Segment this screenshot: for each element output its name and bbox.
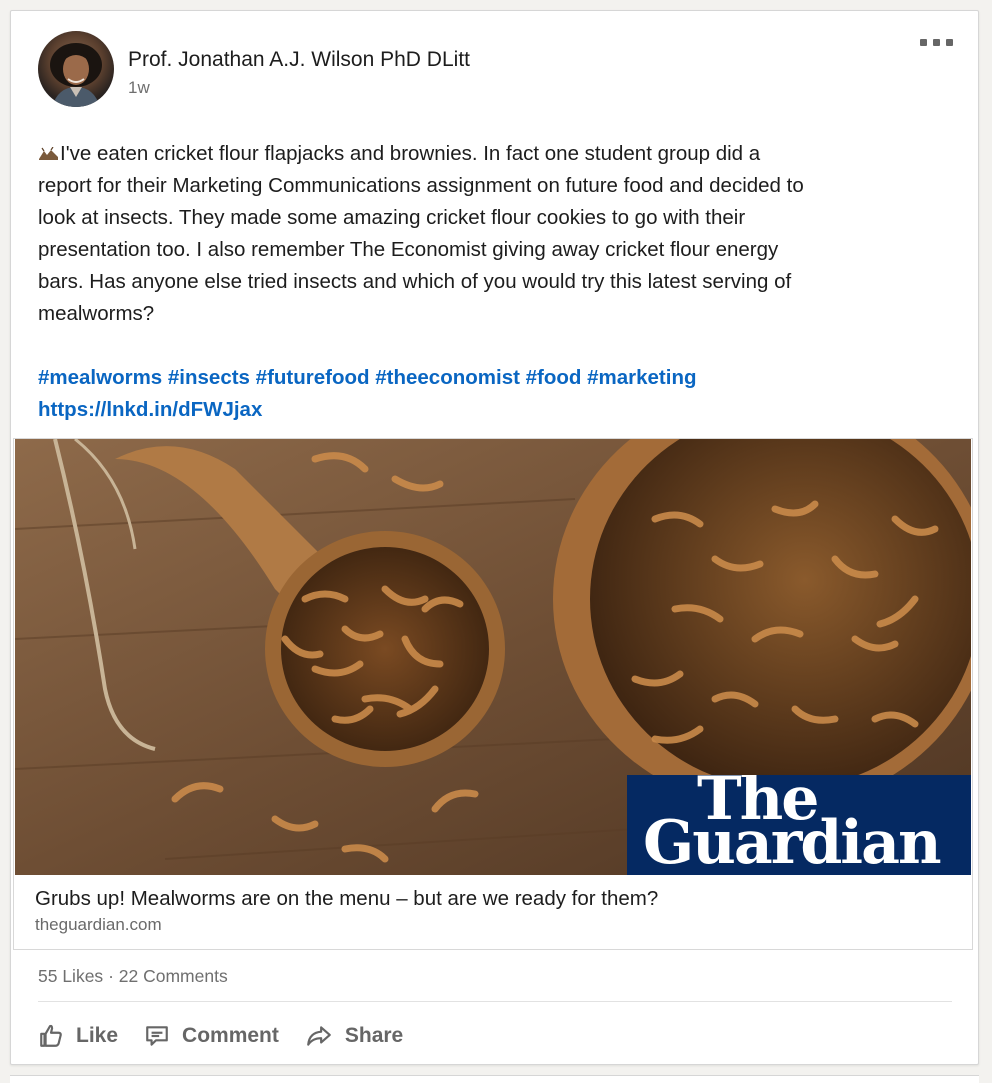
count-separator: · <box>108 966 114 986</box>
article-preview[interactable]: The Guardian Grubs up! Mealworms are on … <box>13 438 973 950</box>
comments-count[interactable]: 22 Comments <box>119 966 228 986</box>
post-timestamp: 1w <box>128 78 150 97</box>
comment-icon <box>144 1023 170 1049</box>
hashtag-list: #mealworms #insects #futurefood #theecon… <box>38 362 697 394</box>
social-actions-bar: Like Comment Share <box>38 1016 429 1056</box>
share-arrow-icon <box>305 1023 333 1049</box>
guardian-logo: The Guardian <box>627 775 971 875</box>
cricket-emoji-icon <box>38 139 60 160</box>
actions-divider <box>38 1001 952 1002</box>
article-image: The Guardian <box>15 439 971 875</box>
post-body-text: I've eaten cricket flour flapjacks and b… <box>38 142 804 325</box>
hashtag-mealworms[interactable]: #mealworms <box>38 366 162 389</box>
author-name[interactable]: Prof. Jonathan A.J. Wilson PhD DLitt <box>128 48 470 72</box>
likes-count[interactable]: 55 Likes <box>38 966 103 986</box>
like-label: Like <box>76 1024 119 1047</box>
comment-button[interactable]: Comment <box>144 1023 279 1049</box>
hashtag-theeconomist[interactable]: #theeconomist <box>375 366 520 389</box>
hashtag-marketing[interactable]: #marketing <box>587 366 696 389</box>
article-source: theguardian.com <box>35 915 162 934</box>
social-counts: 55 Likes · 22 Comments <box>38 966 228 987</box>
like-button[interactable]: Like <box>38 1023 118 1049</box>
feed-post-card: Prof. Jonathan A.J. Wilson PhD DLitt 1w … <box>10 10 979 1065</box>
avatar-photo <box>50 43 102 107</box>
comment-label: Comment <box>182 1024 279 1047</box>
article-title[interactable]: Grubs up! Mealworms are on the menu – bu… <box>35 887 658 911</box>
thumbs-up-icon <box>38 1023 64 1049</box>
author-avatar[interactable] <box>38 31 114 107</box>
post-link[interactable]: https://lnkd.in/dFWJjax <box>38 394 262 426</box>
hashtag-food[interactable]: #food <box>526 366 582 389</box>
post-body: I've eaten cricket flour flapjacks and b… <box>38 138 958 330</box>
more-options-icon[interactable] <box>920 35 958 49</box>
share-button[interactable]: Share <box>305 1023 403 1049</box>
share-label: Share <box>344 1024 404 1047</box>
hashtag-insects[interactable]: #insects <box>168 366 250 389</box>
hashtag-futurefood[interactable]: #futurefood <box>256 366 370 389</box>
